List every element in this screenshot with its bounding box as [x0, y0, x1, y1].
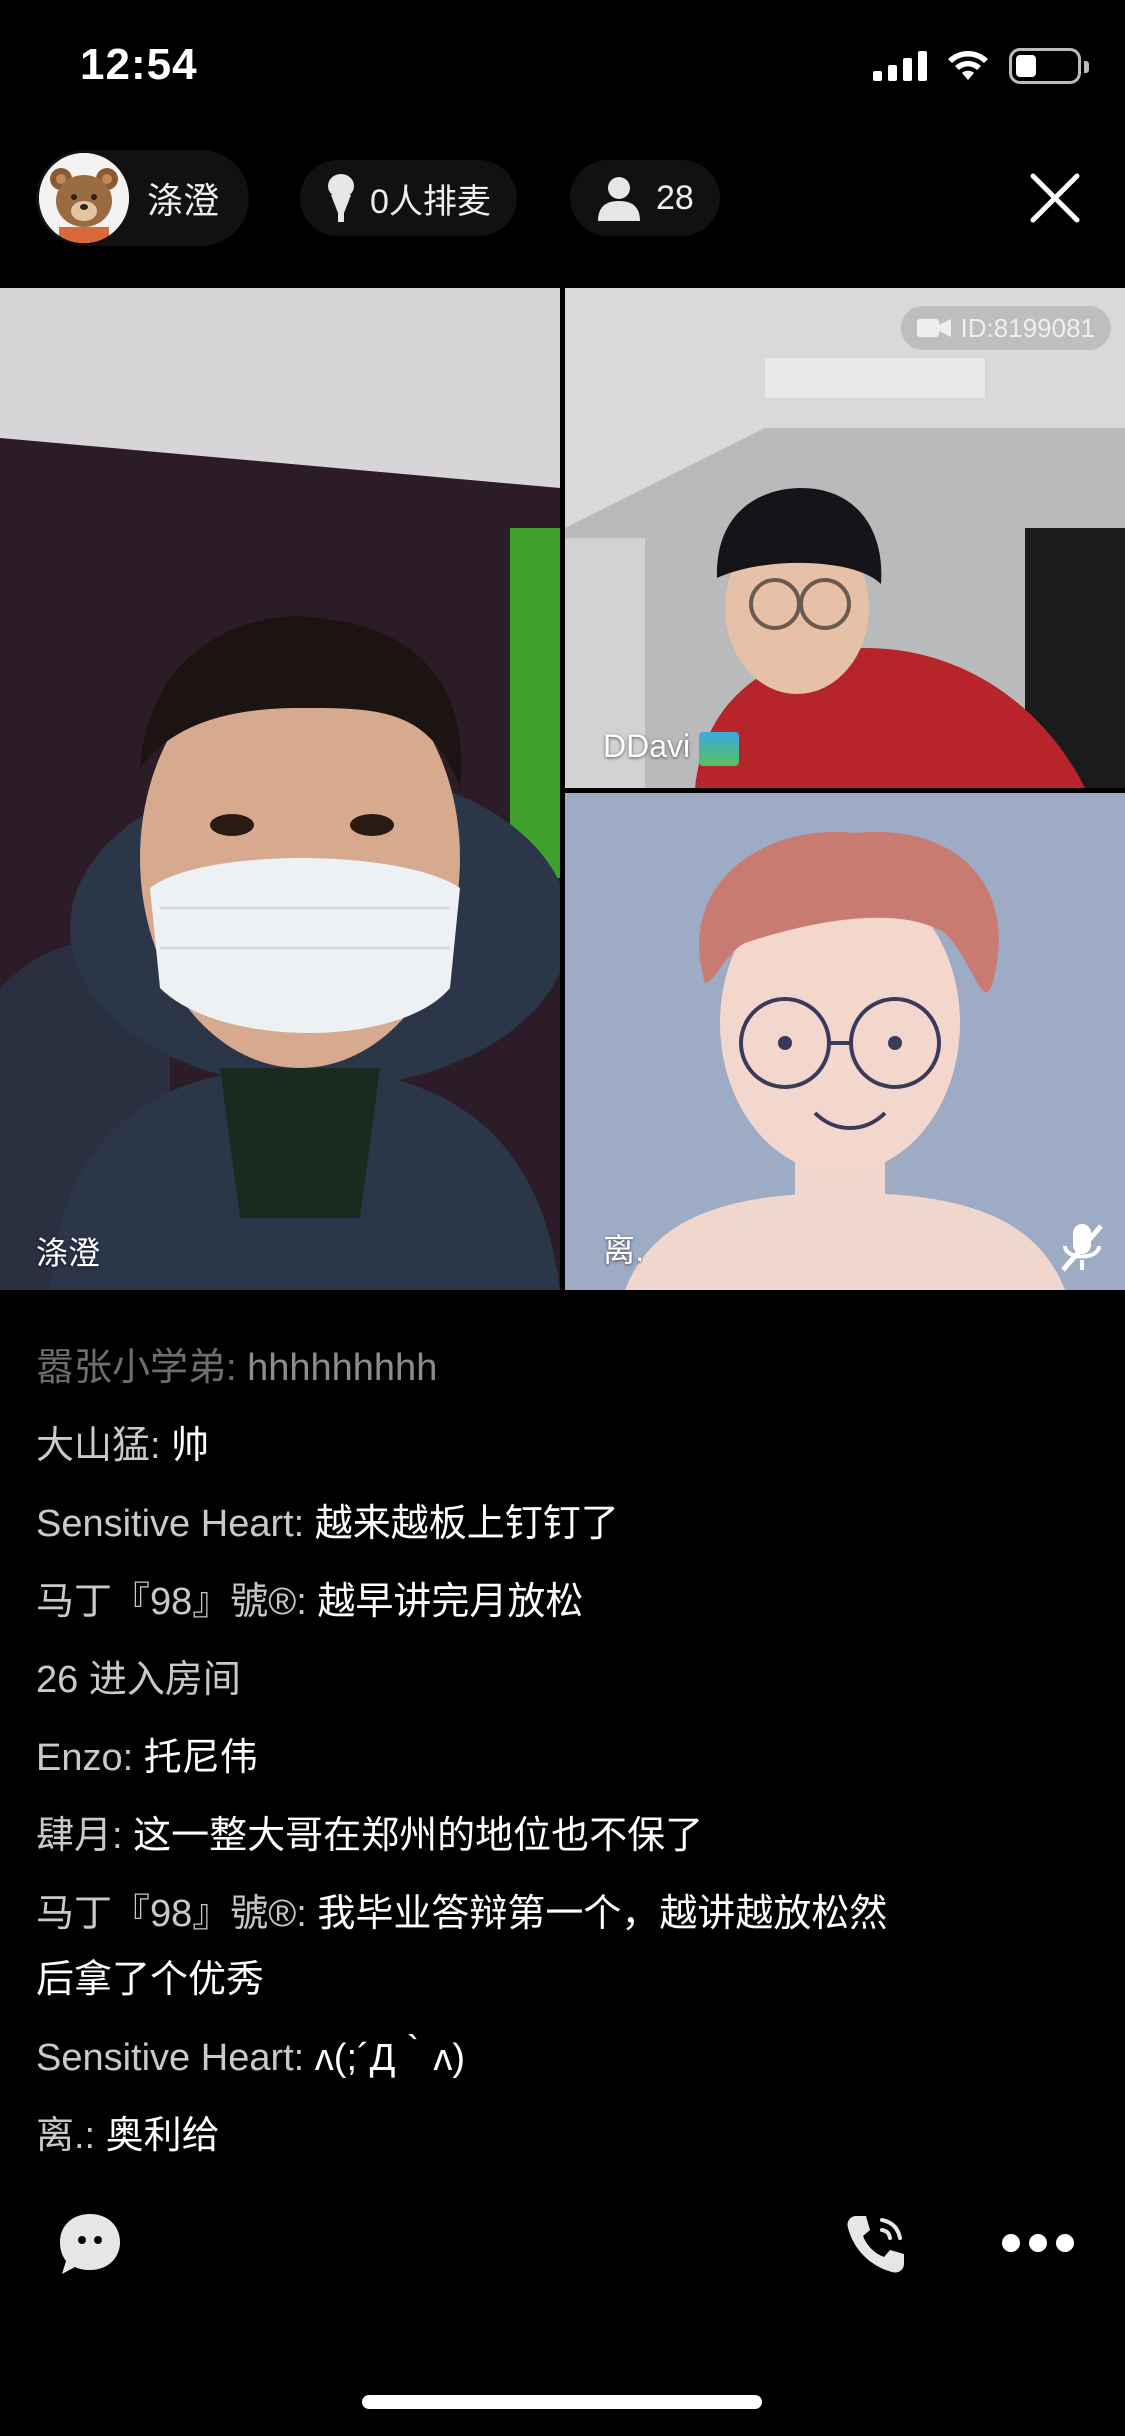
status-icons [873, 48, 1089, 84]
home-indicator[interactable] [362, 2395, 762, 2409]
mic-queue-button[interactable]: 0人排麦 [300, 160, 517, 236]
bottom-toolbar [0, 2210, 1125, 2330]
cartoon-avatar-icon [565, 793, 1125, 1290]
phone-call-icon[interactable] [842, 2210, 910, 2278]
room-id: ID:8199081 [960, 312, 1095, 343]
viewer-count-button[interactable]: 28 [570, 160, 720, 236]
chat-message: 马丁『98』號®: 我毕业答辩第一个，越讲越放松然后拿了个优秀 [36, 1893, 888, 2001]
status-time: 12:54 [80, 40, 198, 89]
host-name: 涤澄 [147, 180, 220, 221]
viewer-count: 28 [656, 178, 694, 217]
chat-message: 离.: 奥利给 [36, 2115, 220, 2157]
person-icon [598, 177, 640, 221]
bear-avatar-icon [39, 153, 129, 243]
chat-message: Enzo: 托尼伟 [36, 1737, 258, 1779]
chat-list[interactable]: 嚣张小学弟: hhhhhhhhh 大山猛: 帅 Sensitive Heart:… [36, 1335, 1086, 2169]
more-options-icon[interactable] [1000, 2230, 1076, 2256]
chat-message: Sensitive Heart: ʌ(;´Д｀ʌ) [36, 2037, 466, 2079]
room-header: 涤澄 0人排麦 28 [0, 150, 1125, 246]
guest-video-label-1: DDavi [603, 728, 740, 766]
chat-message: Sensitive Heart: 越来越板上钉钉了 [36, 1503, 619, 1545]
video-camera-icon [916, 319, 951, 337]
guest-video-frame [565, 288, 1125, 788]
chat-message: 马丁『98』號®: 越早讲完月放松 [36, 1581, 584, 1623]
guest-video-tile-2[interactable]: 离. [565, 793, 1125, 1290]
chat-message: 肆月: 这一整大哥在郑州的地位也不保了 [36, 1815, 704, 1857]
host-video-tile[interactable]: 涤澄 [0, 288, 560, 1290]
host-profile-button[interactable]: 涤澄 [36, 150, 250, 246]
battery-icon [1009, 48, 1089, 84]
room-id-badge: ID:8199081 [900, 306, 1111, 350]
video-grid: 涤澄 ID:8199081 DDavi 离. [0, 288, 1125, 1290]
chat-bubble-icon[interactable] [56, 2210, 124, 2278]
mic-muted-icon [1061, 1224, 1103, 1272]
host-video-frame [0, 288, 560, 1290]
mic-queue-label: 0人排麦 [370, 182, 491, 221]
close-icon[interactable] [1025, 168, 1085, 228]
chat-join-notice: 26 进入房间 [36, 1659, 241, 1701]
wifi-icon [948, 51, 988, 80]
host-video-label: 涤澄 [36, 1235, 101, 1271]
host-avatar [39, 153, 129, 243]
guest-video-tile-1[interactable]: ID:8199081 DDavi [565, 288, 1125, 788]
chat-message: 嚣张小学弟: hhhhhhhhh [36, 1347, 438, 1389]
emoji-sticker-icon [699, 731, 740, 766]
signal-icon [873, 51, 927, 81]
status-bar: 12:54 [0, 0, 1125, 140]
microphone-icon [328, 174, 354, 222]
chat-message: 大山猛: 帅 [36, 1425, 210, 1467]
guest-video-label-2: 离. [603, 1232, 644, 1268]
